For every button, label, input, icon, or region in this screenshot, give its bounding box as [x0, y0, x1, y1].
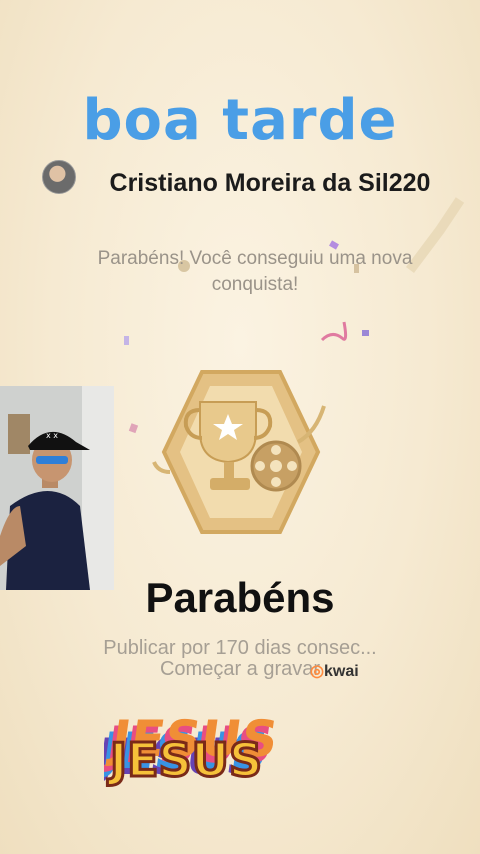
user-photo: x x	[0, 386, 114, 590]
greeting-title: boa tarde	[82, 88, 398, 153]
achievement-description: Publicar por 170 dias consec...	[103, 637, 377, 659]
person-photo-icon: x x	[0, 386, 114, 590]
username: Cristiano Moreira da Sil220	[109, 169, 431, 197]
sticker-label: JESUS	[107, 733, 262, 787]
congratulation-message: Parabéns! Você conseguiu uma nova conqui…	[97, 248, 413, 295]
jesus-sticker: JESUS JESUS JESUS JESUS JESUS	[104, 709, 282, 788]
achievement-title: Parabéns	[145, 574, 335, 621]
user-avatar[interactable]	[42, 160, 76, 194]
user-info: Cristiano Moreira da Sil220	[40, 160, 440, 230]
svg-text:x x: x x	[46, 431, 58, 440]
trophy-badge-icon	[152, 370, 326, 534]
